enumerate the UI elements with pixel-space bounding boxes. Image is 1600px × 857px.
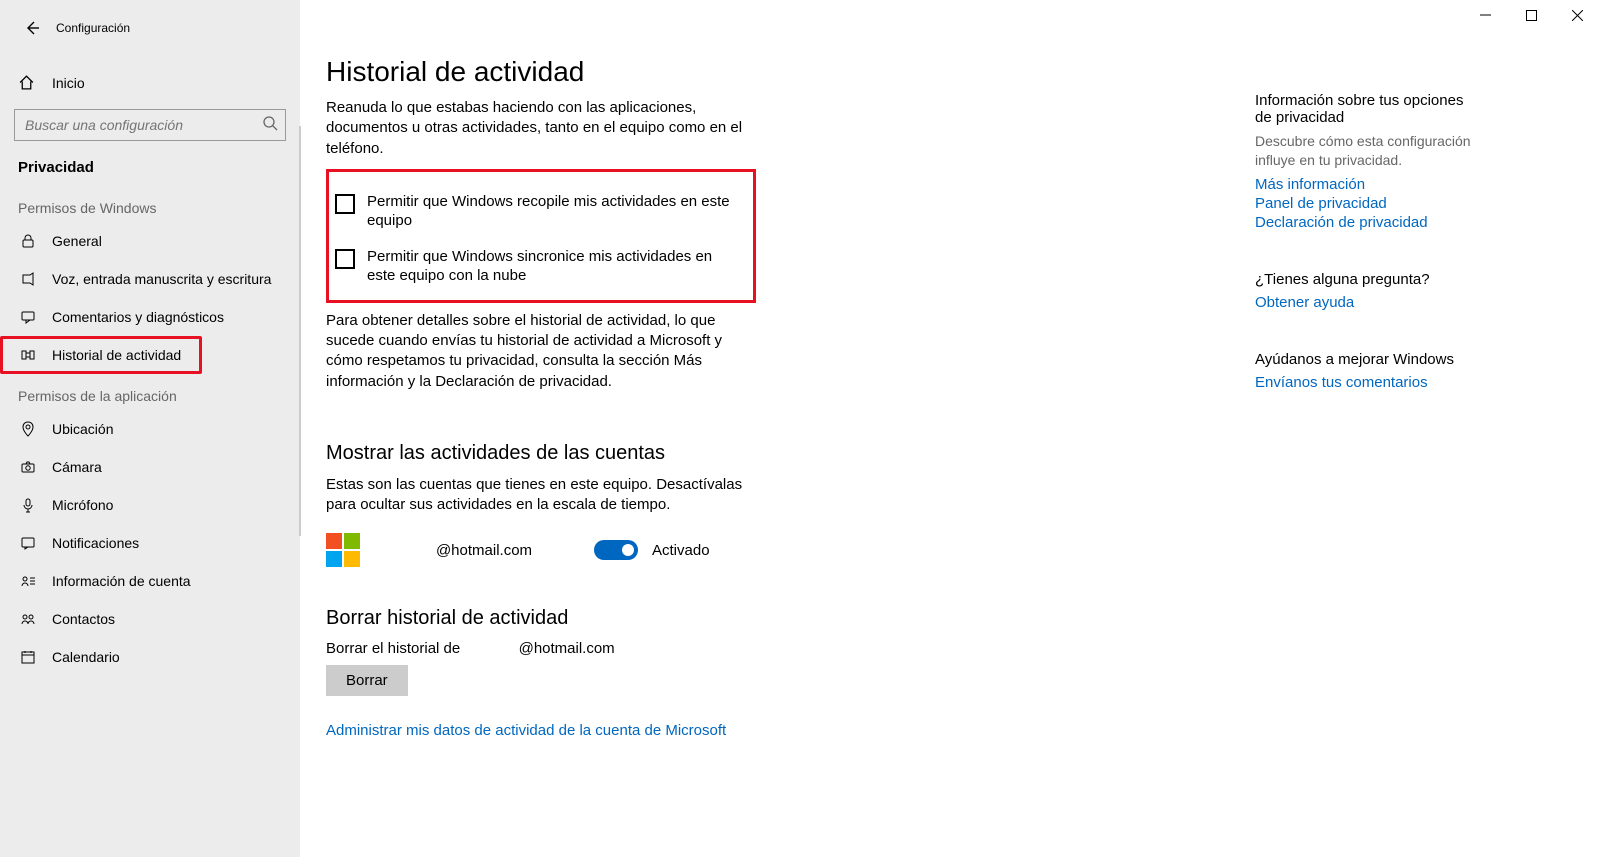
nav-item-label: Historial de actividad bbox=[52, 347, 181, 363]
microphone-icon bbox=[18, 497, 38, 513]
nav-item-label: Cámara bbox=[52, 459, 102, 475]
nav-item-calendar[interactable]: Calendario bbox=[0, 638, 300, 676]
nav-item-label: Contactos bbox=[52, 611, 115, 627]
toggle-state-label: Activado bbox=[652, 542, 710, 559]
feedback-icon bbox=[18, 309, 38, 325]
accounts-heading: Mostrar las actividades de las cuentas bbox=[326, 442, 756, 465]
nav-item-label: Información de cuenta bbox=[52, 573, 191, 589]
sidebar: Configuración Inicio Privacidad Permisos… bbox=[0, 0, 300, 857]
microsoft-logo-icon bbox=[326, 533, 360, 567]
nav-item-label: Calendario bbox=[52, 649, 120, 665]
nav-item-location[interactable]: Ubicación bbox=[0, 410, 300, 448]
checkbox-label: Permitir que Windows recopile mis activi… bbox=[367, 192, 743, 231]
aside-privacy-heading: Información sobre tus opciones de privac… bbox=[1255, 92, 1480, 126]
activity-icon bbox=[18, 347, 38, 363]
link-get-help[interactable]: Obtener ayuda bbox=[1255, 294, 1480, 311]
home-icon bbox=[18, 74, 36, 91]
arrow-left-icon bbox=[24, 20, 40, 36]
nav-item-label: Notificaciones bbox=[52, 535, 139, 551]
close-button[interactable] bbox=[1554, 0, 1600, 30]
account-email: @hotmail.com bbox=[384, 542, 584, 559]
camera-icon bbox=[18, 459, 38, 475]
nav-home[interactable]: Inicio bbox=[0, 64, 300, 101]
nav-item-general[interactable]: General bbox=[0, 222, 300, 260]
back-button[interactable] bbox=[16, 12, 48, 44]
nav-item-speech[interactable]: Voz, entrada manuscrita y escritura bbox=[0, 260, 300, 298]
nav-group-windows: Permisos de Windows bbox=[0, 186, 300, 222]
checkbox-icon bbox=[335, 194, 355, 214]
account-toggle[interactable] bbox=[594, 540, 638, 560]
contacts-icon bbox=[18, 611, 38, 627]
window-controls bbox=[1462, 0, 1600, 30]
nav-item-label: Voz, entrada manuscrita y escritura bbox=[52, 271, 271, 287]
calendar-icon bbox=[18, 649, 38, 665]
nav-item-label: Comentarios y diagnósticos bbox=[52, 309, 224, 325]
aside-panel: Información sobre tus opciones de privac… bbox=[1255, 92, 1480, 431]
search-input[interactable] bbox=[14, 109, 286, 141]
clear-label-email: @hotmail.com bbox=[519, 640, 615, 657]
nav-group-apps: Permisos de la aplicación bbox=[0, 374, 300, 410]
clear-button[interactable]: Borrar bbox=[326, 665, 408, 696]
clear-heading: Borrar historial de actividad bbox=[326, 607, 756, 630]
minimize-icon bbox=[1480, 10, 1491, 21]
speech-icon bbox=[18, 271, 38, 287]
nav-item-contacts[interactable]: Contactos bbox=[0, 600, 300, 638]
close-icon bbox=[1572, 10, 1583, 21]
lock-icon bbox=[18, 233, 38, 249]
account-info-icon bbox=[18, 573, 38, 589]
main-content: Historial de actividad Reanuda lo que es… bbox=[300, 0, 1600, 857]
nav-item-label: General bbox=[52, 233, 102, 249]
aside-privacy-desc: Descubre cómo esta configuración influye… bbox=[1255, 132, 1480, 170]
minimize-button[interactable] bbox=[1462, 0, 1508, 30]
checkbox-sync-activities[interactable]: Permitir que Windows sincronice mis acti… bbox=[335, 247, 743, 286]
highlight-box: Permitir que Windows recopile mis activi… bbox=[326, 169, 756, 303]
page-intro: Reanuda lo que estabas haciendo con las … bbox=[326, 98, 756, 159]
clear-label-prefix: Borrar el historial de bbox=[326, 640, 460, 657]
titlebar-left: Configuración bbox=[0, 8, 300, 52]
category-title: Privacidad bbox=[0, 149, 300, 186]
nav-item-camera[interactable]: Cámara bbox=[0, 448, 300, 486]
checkbox-icon bbox=[335, 249, 355, 269]
nav-item-microphone[interactable]: Micrófono bbox=[0, 486, 300, 524]
checkbox-collect-activities[interactable]: Permitir que Windows recopile mis activi… bbox=[335, 192, 743, 231]
search-icon bbox=[262, 115, 278, 131]
nav-item-account-info[interactable]: Información de cuenta bbox=[0, 562, 300, 600]
accounts-desc: Estas son las cuentas que tienes en este… bbox=[326, 475, 756, 516]
checkbox-label: Permitir que Windows sincronice mis acti… bbox=[367, 247, 743, 286]
notification-icon bbox=[18, 535, 38, 551]
location-icon bbox=[18, 421, 38, 437]
nav-home-label: Inicio bbox=[52, 75, 85, 91]
link-privacy-panel[interactable]: Panel de privacidad bbox=[1255, 195, 1480, 212]
manage-activity-link[interactable]: Administrar mis datos de actividad de la… bbox=[326, 722, 756, 739]
nav-item-activity-history[interactable]: Historial de actividad bbox=[0, 336, 202, 374]
aside-question-heading: ¿Tienes alguna pregunta? bbox=[1255, 271, 1480, 288]
search-box[interactable] bbox=[14, 109, 286, 141]
app-title: Configuración bbox=[56, 21, 130, 35]
account-row: @hotmail.com Activado bbox=[326, 533, 756, 567]
page-details: Para obtener detalles sobre el historial… bbox=[326, 311, 756, 392]
nav-item-feedback[interactable]: Comentarios y diagnósticos bbox=[0, 298, 300, 336]
link-more-info[interactable]: Más información bbox=[1255, 176, 1480, 193]
nav-item-label: Micrófono bbox=[52, 497, 113, 513]
link-send-feedback[interactable]: Envíanos tus comentarios bbox=[1255, 374, 1480, 391]
nav-item-notifications[interactable]: Notificaciones bbox=[0, 524, 300, 562]
maximize-button[interactable] bbox=[1508, 0, 1554, 30]
page-title: Historial de actividad bbox=[326, 56, 1600, 88]
link-privacy-declaration[interactable]: Declaración de privacidad bbox=[1255, 214, 1480, 231]
clear-account-label: Borrar el historial de @hotmail.com bbox=[326, 640, 756, 657]
nav-item-label: Ubicación bbox=[52, 421, 113, 437]
maximize-icon bbox=[1526, 10, 1537, 21]
aside-improve-heading: Ayúdanos a mejorar Windows bbox=[1255, 351, 1480, 368]
